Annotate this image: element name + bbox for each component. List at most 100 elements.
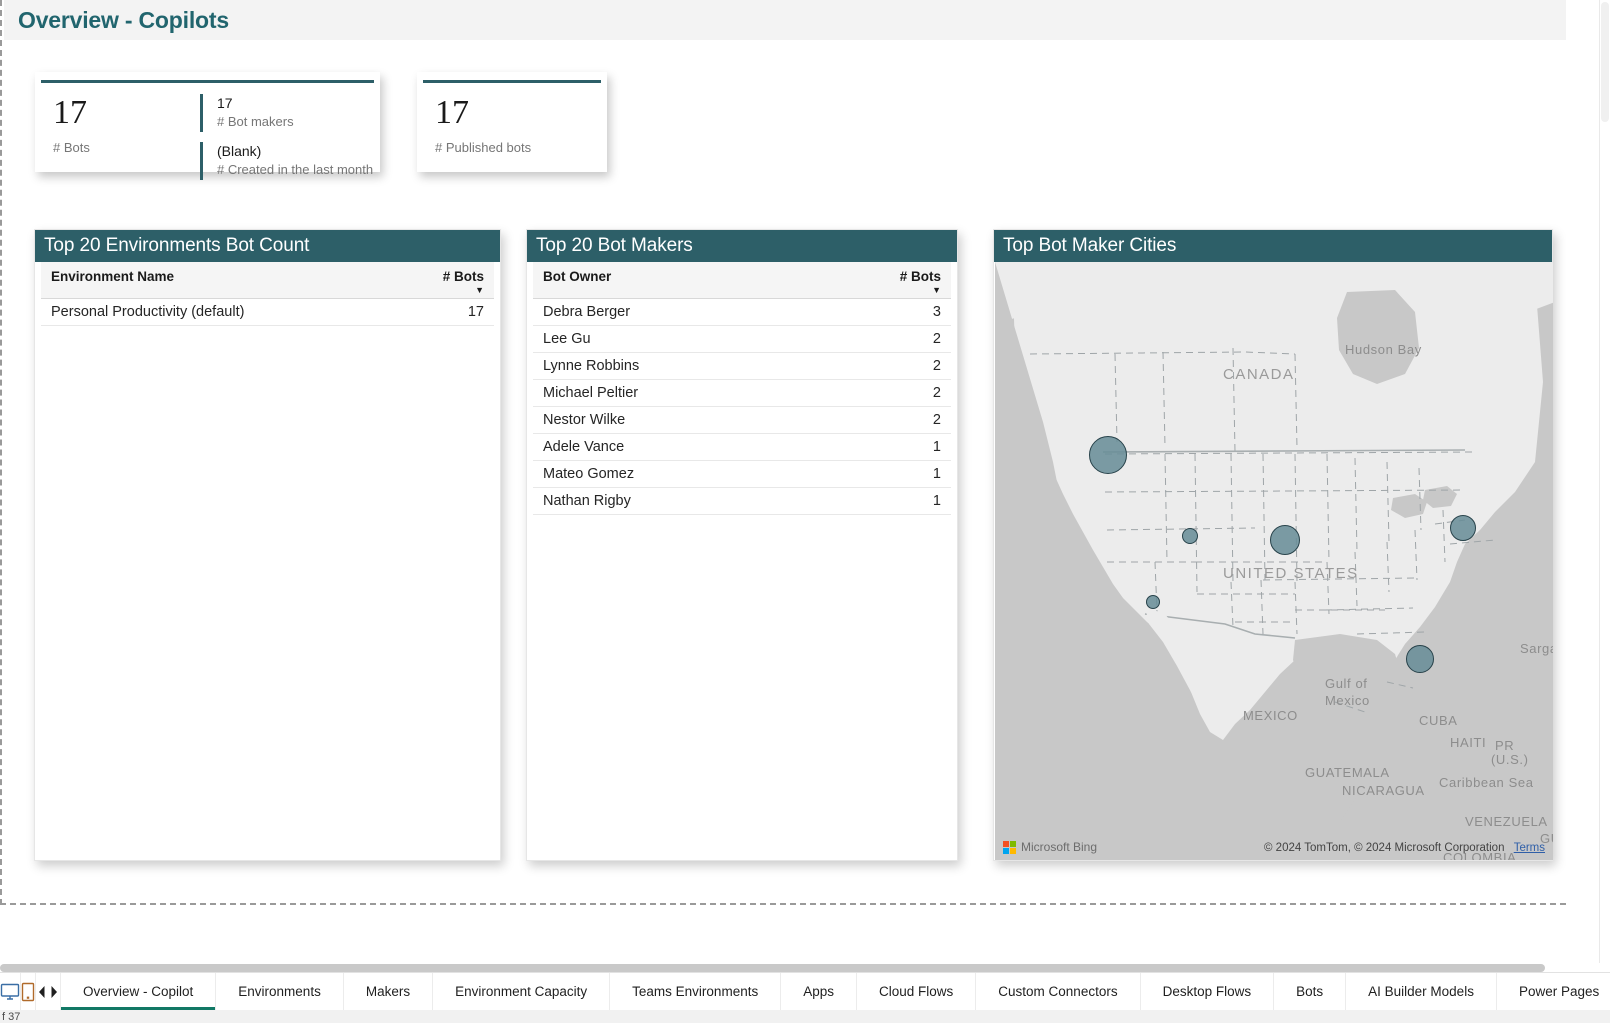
- status-bar-text: f 37: [2, 1010, 21, 1023]
- tab-overview-copilot[interactable]: Overview - Copilot: [61, 973, 217, 1010]
- panel-top-bot-makers: Top 20 Bot Makers Bot Owner # Bots ▼ Deb…: [526, 229, 958, 861]
- bubble-seattle[interactable]: [1089, 436, 1127, 474]
- cell-bot-owner: Debra Berger: [533, 298, 859, 326]
- tab-apps[interactable]: Apps: [781, 973, 857, 1010]
- vertical-scrollbar[interactable]: [1600, 0, 1610, 963]
- bing-attribution-label: Microsoft Bing: [1021, 840, 1098, 854]
- kpi-sub-bot-makers[interactable]: 17 # Bot makers: [200, 94, 294, 132]
- column-header-bot-owner[interactable]: Bot Owner: [533, 262, 859, 299]
- kpi-sub-label: # Created in the last month: [217, 162, 374, 177]
- tab-makers[interactable]: Makers: [344, 973, 434, 1010]
- kpi-sub-created-last-month[interactable]: (Blank) # Created in the last month: [200, 142, 373, 180]
- column-header-environment-name[interactable]: Environment Name: [41, 262, 402, 299]
- kpi-card-bots[interactable]: 17 # Bots 17 # Bot makers (Blank) # Crea…: [35, 72, 380, 180]
- tab-ai-builder-models[interactable]: AI Builder Models: [1346, 973, 1497, 1010]
- table-row[interactable]: Nathan Rigby 1: [533, 487, 951, 515]
- table-header-row: Bot Owner # Bots ▼: [533, 262, 951, 299]
- environments-table-body: Personal Productivity (default) 17: [41, 298, 494, 326]
- kpi-sub-label: # Bot makers: [217, 114, 294, 129]
- tab-teams-environments[interactable]: Teams Environments: [610, 973, 782, 1010]
- tab-bots[interactable]: Bots: [1274, 973, 1347, 1010]
- microsoft-logo-icon: [1003, 840, 1016, 854]
- panel-title: Top 20 Bot Makers: [536, 235, 693, 256]
- page-title: Overview - Copilots: [18, 6, 229, 33]
- kpi-accent-rule: [423, 80, 601, 83]
- cell-bots: 2: [859, 406, 951, 434]
- column-header-bots[interactable]: # Bots ▼: [859, 262, 951, 299]
- bubble-kansas[interactable]: [1270, 525, 1300, 555]
- tab-desktop-flows[interactable]: Desktop Flows: [1141, 973, 1275, 1010]
- phone-view-icon[interactable]: [21, 973, 36, 1010]
- environments-table-wrap: Environment Name # Bots ▼ Personal Produ…: [35, 262, 500, 326]
- prev-page-icon[interactable]: [36, 973, 48, 1010]
- panel-header: Top Bot Maker Cities: [994, 230, 1552, 262]
- vertical-scrollbar-thumb[interactable]: [1601, 2, 1609, 122]
- map-copyright: © 2024 TomTom, © 2024 Microsoft Corporat…: [1264, 842, 1545, 854]
- page-tabs: Overview - Copilot Environments Makers Envi…: [61, 973, 1610, 1010]
- horizontal-scrollbar-thumb[interactable]: [0, 964, 1545, 972]
- tab-cloud-flows[interactable]: Cloud Flows: [857, 973, 977, 1010]
- kpi-main-bots: 17 # Bots: [53, 94, 90, 155]
- bubble-miami[interactable]: [1406, 645, 1434, 673]
- table-row[interactable]: Michael Peltier 2: [533, 379, 951, 407]
- kpi-value: 17: [53, 94, 87, 131]
- bubble-san-diego[interactable]: [1146, 595, 1160, 609]
- bing-attribution: Microsoft Bing: [1003, 840, 1097, 854]
- cell-bot-owner: Nestor Wilke: [533, 406, 859, 434]
- bot-makers-table-body: Debra Berger 3 Lee Gu 2 Lynne Robbins 2 Michae…: [533, 298, 951, 515]
- page-tab-bar: Overview - Copilot Environments Makers Envi…: [0, 972, 1610, 1010]
- bubble-new-york[interactable]: [1450, 515, 1476, 541]
- table-row[interactable]: Personal Productivity (default) 17: [41, 298, 494, 326]
- cell-bots: 1: [859, 460, 951, 488]
- table-row[interactable]: Lee Gu 2: [533, 325, 951, 353]
- kpi-label: # Published bots: [435, 140, 532, 155]
- environments-table: Environment Name # Bots ▼ Personal Produ…: [41, 262, 494, 326]
- kpi-sub-value: (Blank): [217, 143, 262, 159]
- tab-custom-connectors[interactable]: Custom Connectors: [976, 973, 1141, 1010]
- panel-top-bot-maker-cities: Top Bot Maker Cities CANADA Hudson Bay U…: [993, 229, 1553, 861]
- cell-bot-owner: Adele Vance: [533, 433, 859, 461]
- tab-environment-capacity[interactable]: Environment Capacity: [433, 973, 611, 1010]
- panel-title: Top 20 Environments Bot Count: [44, 235, 310, 256]
- kpi-card-published-bots[interactable]: 17 # Published bots: [417, 72, 607, 172]
- next-page-icon[interactable]: [48, 973, 61, 1010]
- kpi-main-published-bots: 17 # Published bots: [435, 94, 531, 155]
- table-row[interactable]: Mateo Gomez 1: [533, 460, 951, 488]
- map-terms-link[interactable]: Terms: [1514, 842, 1545, 854]
- bot-makers-table: Bot Owner # Bots ▼ Debra Berger 3 Lee Gu 2 L…: [533, 262, 951, 515]
- sort-descending-icon: ▼: [932, 285, 941, 295]
- kpi-value: 17: [435, 94, 469, 131]
- bot-makers-table-wrap: Bot Owner # Bots ▼ Debra Berger 3 Lee Gu 2 L…: [527, 262, 957, 515]
- table-row[interactable]: Debra Berger 3: [533, 298, 951, 326]
- cell-bot-owner: Lee Gu: [533, 325, 859, 353]
- column-header-bots-label: # Bots: [899, 269, 941, 284]
- cell-bots: 2: [859, 325, 951, 353]
- map-basemap: [995, 262, 1553, 860]
- map-visual[interactable]: CANADA Hudson Bay UNITED STATES MEXICO Gulf …: [995, 262, 1553, 860]
- kpi-accent-rule: [41, 80, 374, 83]
- panel-title: Top Bot Maker Cities: [1003, 235, 1177, 256]
- panel-top-environments: Top 20 Environments Bot Count Environmen…: [34, 229, 501, 861]
- sort-descending-icon: ▼: [475, 285, 484, 295]
- column-header-bots-label: # Bots: [442, 269, 484, 284]
- map-copyright-text: © 2024 TomTom, © 2024 Microsoft Corporat…: [1264, 842, 1505, 854]
- report-canvas: Overview - Copilots 17 # Bots 17 # Bot m…: [0, 0, 1566, 905]
- cell-bots: 17: [402, 298, 494, 326]
- cell-bot-owner: Michael Peltier: [533, 379, 859, 407]
- report-title-bar: Overview - Copilots: [4, 0, 1566, 40]
- desktop-view-icon[interactable]: [0, 973, 21, 1010]
- bubble-denver[interactable]: [1182, 528, 1198, 544]
- tab-environments[interactable]: Environments: [216, 973, 344, 1010]
- table-row[interactable]: Adele Vance 1: [533, 433, 951, 461]
- cell-bot-owner: Mateo Gomez: [533, 460, 859, 488]
- kpi-label: # Bots: [53, 140, 90, 155]
- panel-header: Top 20 Environments Bot Count: [35, 230, 500, 262]
- table-header-row: Environment Name # Bots ▼: [41, 262, 494, 299]
- tab-power-pages[interactable]: Power Pages: [1497, 973, 1610, 1010]
- table-row[interactable]: Lynne Robbins 2: [533, 352, 951, 380]
- column-header-bots[interactable]: # Bots ▼: [402, 262, 494, 299]
- status-bar: f 37: [0, 1010, 1610, 1023]
- table-row[interactable]: Nestor Wilke 2: [533, 406, 951, 434]
- kpi-sub-value: 17: [217, 95, 233, 111]
- cell-bot-owner: Lynne Robbins: [533, 352, 859, 380]
